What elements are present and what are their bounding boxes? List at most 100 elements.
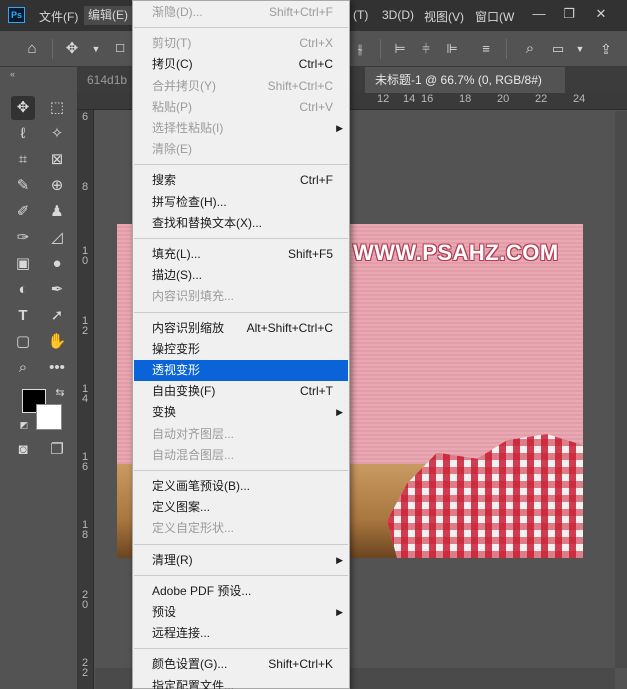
- menu-item[interactable]: 清理(R) ▶: [134, 550, 348, 571]
- minimize-icon[interactable]: —: [528, 4, 550, 24]
- lasso-tool-icon[interactable]: ℓ: [11, 122, 35, 146]
- menu-item[interactable]: 透视变形: [134, 360, 348, 381]
- hand-tool-icon[interactable]: ✋: [45, 330, 69, 354]
- home-icon[interactable]: ⌂: [22, 39, 42, 59]
- shape-tool-icon[interactable]: ▢: [11, 330, 35, 354]
- menu-file[interactable]: 文件(F): [39, 8, 78, 25]
- history-brush-icon[interactable]: ✑: [11, 226, 35, 250]
- chevron-down-icon[interactable]: ▼: [86, 39, 106, 59]
- quick-mask-icon[interactable]: ◙: [11, 438, 35, 462]
- submenu-arrow-icon: ▶: [336, 407, 343, 418]
- menu-item-label: 拼写检查(H)...: [152, 194, 227, 209]
- menu-item-label: 内容识别填充...: [152, 289, 235, 304]
- crop-tool-icon[interactable]: ⌗: [11, 148, 35, 172]
- menu-item-label: 合并拷贝(Y): [152, 78, 216, 93]
- edit-menu-dropdown: 渐隐(D)... Shift+Ctrl+F 剪切(T) Ctrl+X 拷贝(C) Ctrl…: [132, 0, 350, 689]
- screen-mode-icon[interactable]: ❐: [45, 438, 69, 462]
- menu-item-label: 操控变形: [152, 341, 201, 356]
- collapse-icon[interactable]: «: [10, 69, 15, 79]
- menu-item-label: 剪切(T): [152, 36, 192, 51]
- menu-edit[interactable]: 编辑(E): [84, 6, 132, 25]
- menu-window[interactable]: 窗口(W: [475, 8, 514, 25]
- search-icon[interactable]: ⌕: [520, 39, 540, 59]
- menu-item[interactable]: 预设 ▶: [134, 602, 348, 623]
- menu-item[interactable]: 指定配置文件...: [134, 676, 348, 689]
- menu-item-label: 自由变换(F): [152, 384, 216, 399]
- menu-item[interactable]: 定义图案...: [134, 497, 348, 518]
- ruler-tick-label: 22: [81, 657, 89, 679]
- tab-document-1[interactable]: 614d1b: [77, 67, 135, 93]
- menu-item-label: 定义图案...: [152, 500, 211, 515]
- frame-tool-icon[interactable]: ⊠: [45, 148, 69, 172]
- menu-item[interactable]: 拼写检查(H)...: [134, 192, 348, 213]
- checkbox-icon[interactable]: ☐: [110, 39, 130, 59]
- menu-type[interactable]: (T): [353, 8, 368, 22]
- vertical-scrollbar[interactable]: [615, 111, 627, 668]
- menu-item[interactable]: 自由变换(F) Ctrl+T: [134, 381, 348, 402]
- menu-item[interactable]: 颜色设置(G)... Shift+Ctrl+K: [134, 654, 348, 675]
- align-right-icon[interactable]: ⊫: [442, 39, 462, 59]
- background-color-swatch[interactable]: [36, 404, 62, 430]
- share-icon[interactable]: ⇪: [596, 39, 616, 59]
- menu-view[interactable]: 视图(V): [424, 8, 464, 25]
- swap-colors-icon[interactable]: ⇆: [48, 381, 72, 405]
- tools-panel: « ✥ ⬚ ℓ ✧ ⌗ ⊠ ✎ ⊕ ✐ ♟ ✑ ◿ ▣ ● ◐ ✒ T ➚ ▢ …: [0, 67, 77, 689]
- menu-item[interactable]: 查找和替换文本(X)...: [134, 213, 348, 234]
- divider: [380, 39, 381, 59]
- pen-tool-icon[interactable]: ✒: [45, 278, 69, 302]
- gradient-tool-icon[interactable]: ▣: [11, 252, 35, 276]
- menu-item[interactable]: 填充(L)... Shift+F5: [134, 244, 348, 265]
- menu-item-label: 预设: [152, 605, 177, 619]
- menu-item[interactable]: Adobe PDF 预设...: [134, 581, 348, 602]
- distribute-icon[interactable]: ⫳: [350, 39, 370, 59]
- dodge-tool-icon[interactable]: ◐: [11, 278, 35, 302]
- menu-separator: [134, 543, 348, 545]
- move-icon[interactable]: ✥: [62, 39, 82, 59]
- menu-3d[interactable]: 3D(D): [382, 8, 414, 22]
- zoom-tool-icon[interactable]: ⌕: [11, 356, 35, 380]
- ruler-tick-label: 18: [459, 93, 472, 105]
- patch-tool-icon[interactable]: ⊕: [45, 174, 69, 198]
- menu-item[interactable]: 描边(S)...: [134, 265, 348, 286]
- stamp-tool-icon[interactable]: ♟: [45, 200, 69, 224]
- close-icon[interactable]: ✕: [590, 4, 612, 24]
- menu-item-label: 远程连接...: [152, 626, 211, 641]
- submenu-arrow-icon: ▶: [336, 123, 343, 133]
- menu-item[interactable]: 变换 ▶: [134, 402, 348, 423]
- divider: [506, 39, 507, 59]
- workspace-icon[interactable]: ▭: [548, 39, 568, 59]
- align-middle-icon[interactable]: ≡: [476, 39, 496, 59]
- marquee-tool-icon[interactable]: ⬚: [45, 96, 69, 120]
- move-tool-icon[interactable]: ✥: [11, 96, 35, 120]
- menu-item[interactable]: 搜索 Ctrl+F: [134, 170, 348, 191]
- menu-item[interactable]: 内容识别缩放 Alt+Shift+Ctrl+C: [134, 318, 348, 339]
- default-colors-icon[interactable]: ◩: [12, 413, 36, 437]
- menu-item-shortcut: Shift+Ctrl+K: [268, 657, 333, 672]
- tab-label: 614d1b: [87, 73, 128, 87]
- more-tools-icon[interactable]: •••: [45, 356, 69, 380]
- brush-tool-icon[interactable]: ✐: [11, 200, 35, 224]
- maximize-icon[interactable]: ❐: [558, 4, 580, 24]
- ruler-tick-label: 8: [81, 181, 89, 193]
- menu-item[interactable]: 操控变形: [134, 339, 348, 360]
- menu-item-label: 拷贝(C): [152, 57, 193, 72]
- ruler-tick-label: 18: [81, 519, 89, 541]
- tab-document-2[interactable]: 未标题-1 @ 66.7% (0, RGB/8#) *✕: [365, 67, 565, 113]
- menu-item-shortcut: Ctrl+T: [300, 384, 333, 399]
- menu-item-label: Adobe PDF 预设...: [152, 583, 252, 598]
- checkered-cloth-image: [387, 434, 583, 558]
- menu-item[interactable]: 拷贝(C) Ctrl+C: [134, 54, 348, 75]
- align-left-icon[interactable]: ⊨: [390, 39, 410, 59]
- menu-item[interactable]: 定义画笔预设(B)...: [134, 476, 348, 497]
- menu-item-label: 搜索: [152, 173, 177, 188]
- eraser-icon[interactable]: ◿: [45, 226, 69, 250]
- eyedropper-icon[interactable]: ✎: [11, 174, 35, 198]
- menu-item[interactable]: 远程连接...: [134, 623, 348, 644]
- blur-tool-icon[interactable]: ●: [45, 252, 69, 276]
- type-tool-icon[interactable]: T: [11, 304, 35, 328]
- chevron-down-icon[interactable]: ▼: [570, 39, 590, 59]
- magic-wand-icon[interactable]: ✧: [45, 122, 69, 146]
- menu-item-label: 变换: [152, 405, 177, 420]
- align-center-icon[interactable]: ⫩: [416, 39, 436, 59]
- path-select-icon[interactable]: ➚: [45, 304, 69, 328]
